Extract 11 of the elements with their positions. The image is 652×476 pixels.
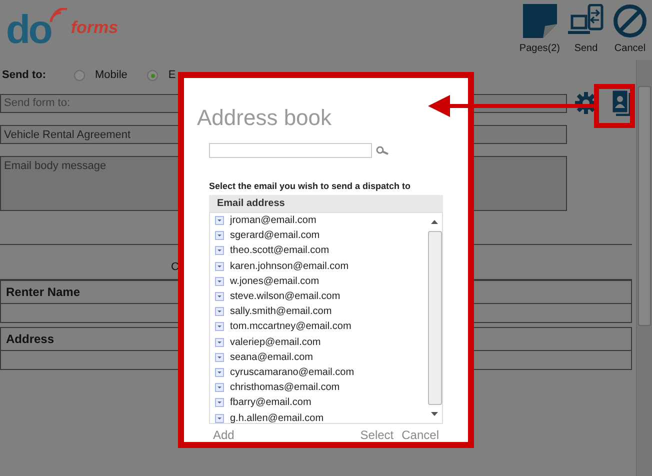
section-label: C [171, 261, 179, 273]
field-label: Address [6, 332, 54, 346]
field-label: Renter Name [6, 285, 80, 299]
column-header: Email address [209, 195, 443, 212]
logo-mark: do [6, 14, 51, 46]
radio-label: E [168, 69, 176, 81]
dialog-title: Address book [197, 105, 333, 131]
logo-name: forms [70, 18, 118, 39]
send-to-label: Send to: [2, 69, 47, 81]
radio-label: Mobile [95, 69, 128, 81]
instruction-text: Select the email you wish to send a dispatch to [209, 181, 412, 191]
